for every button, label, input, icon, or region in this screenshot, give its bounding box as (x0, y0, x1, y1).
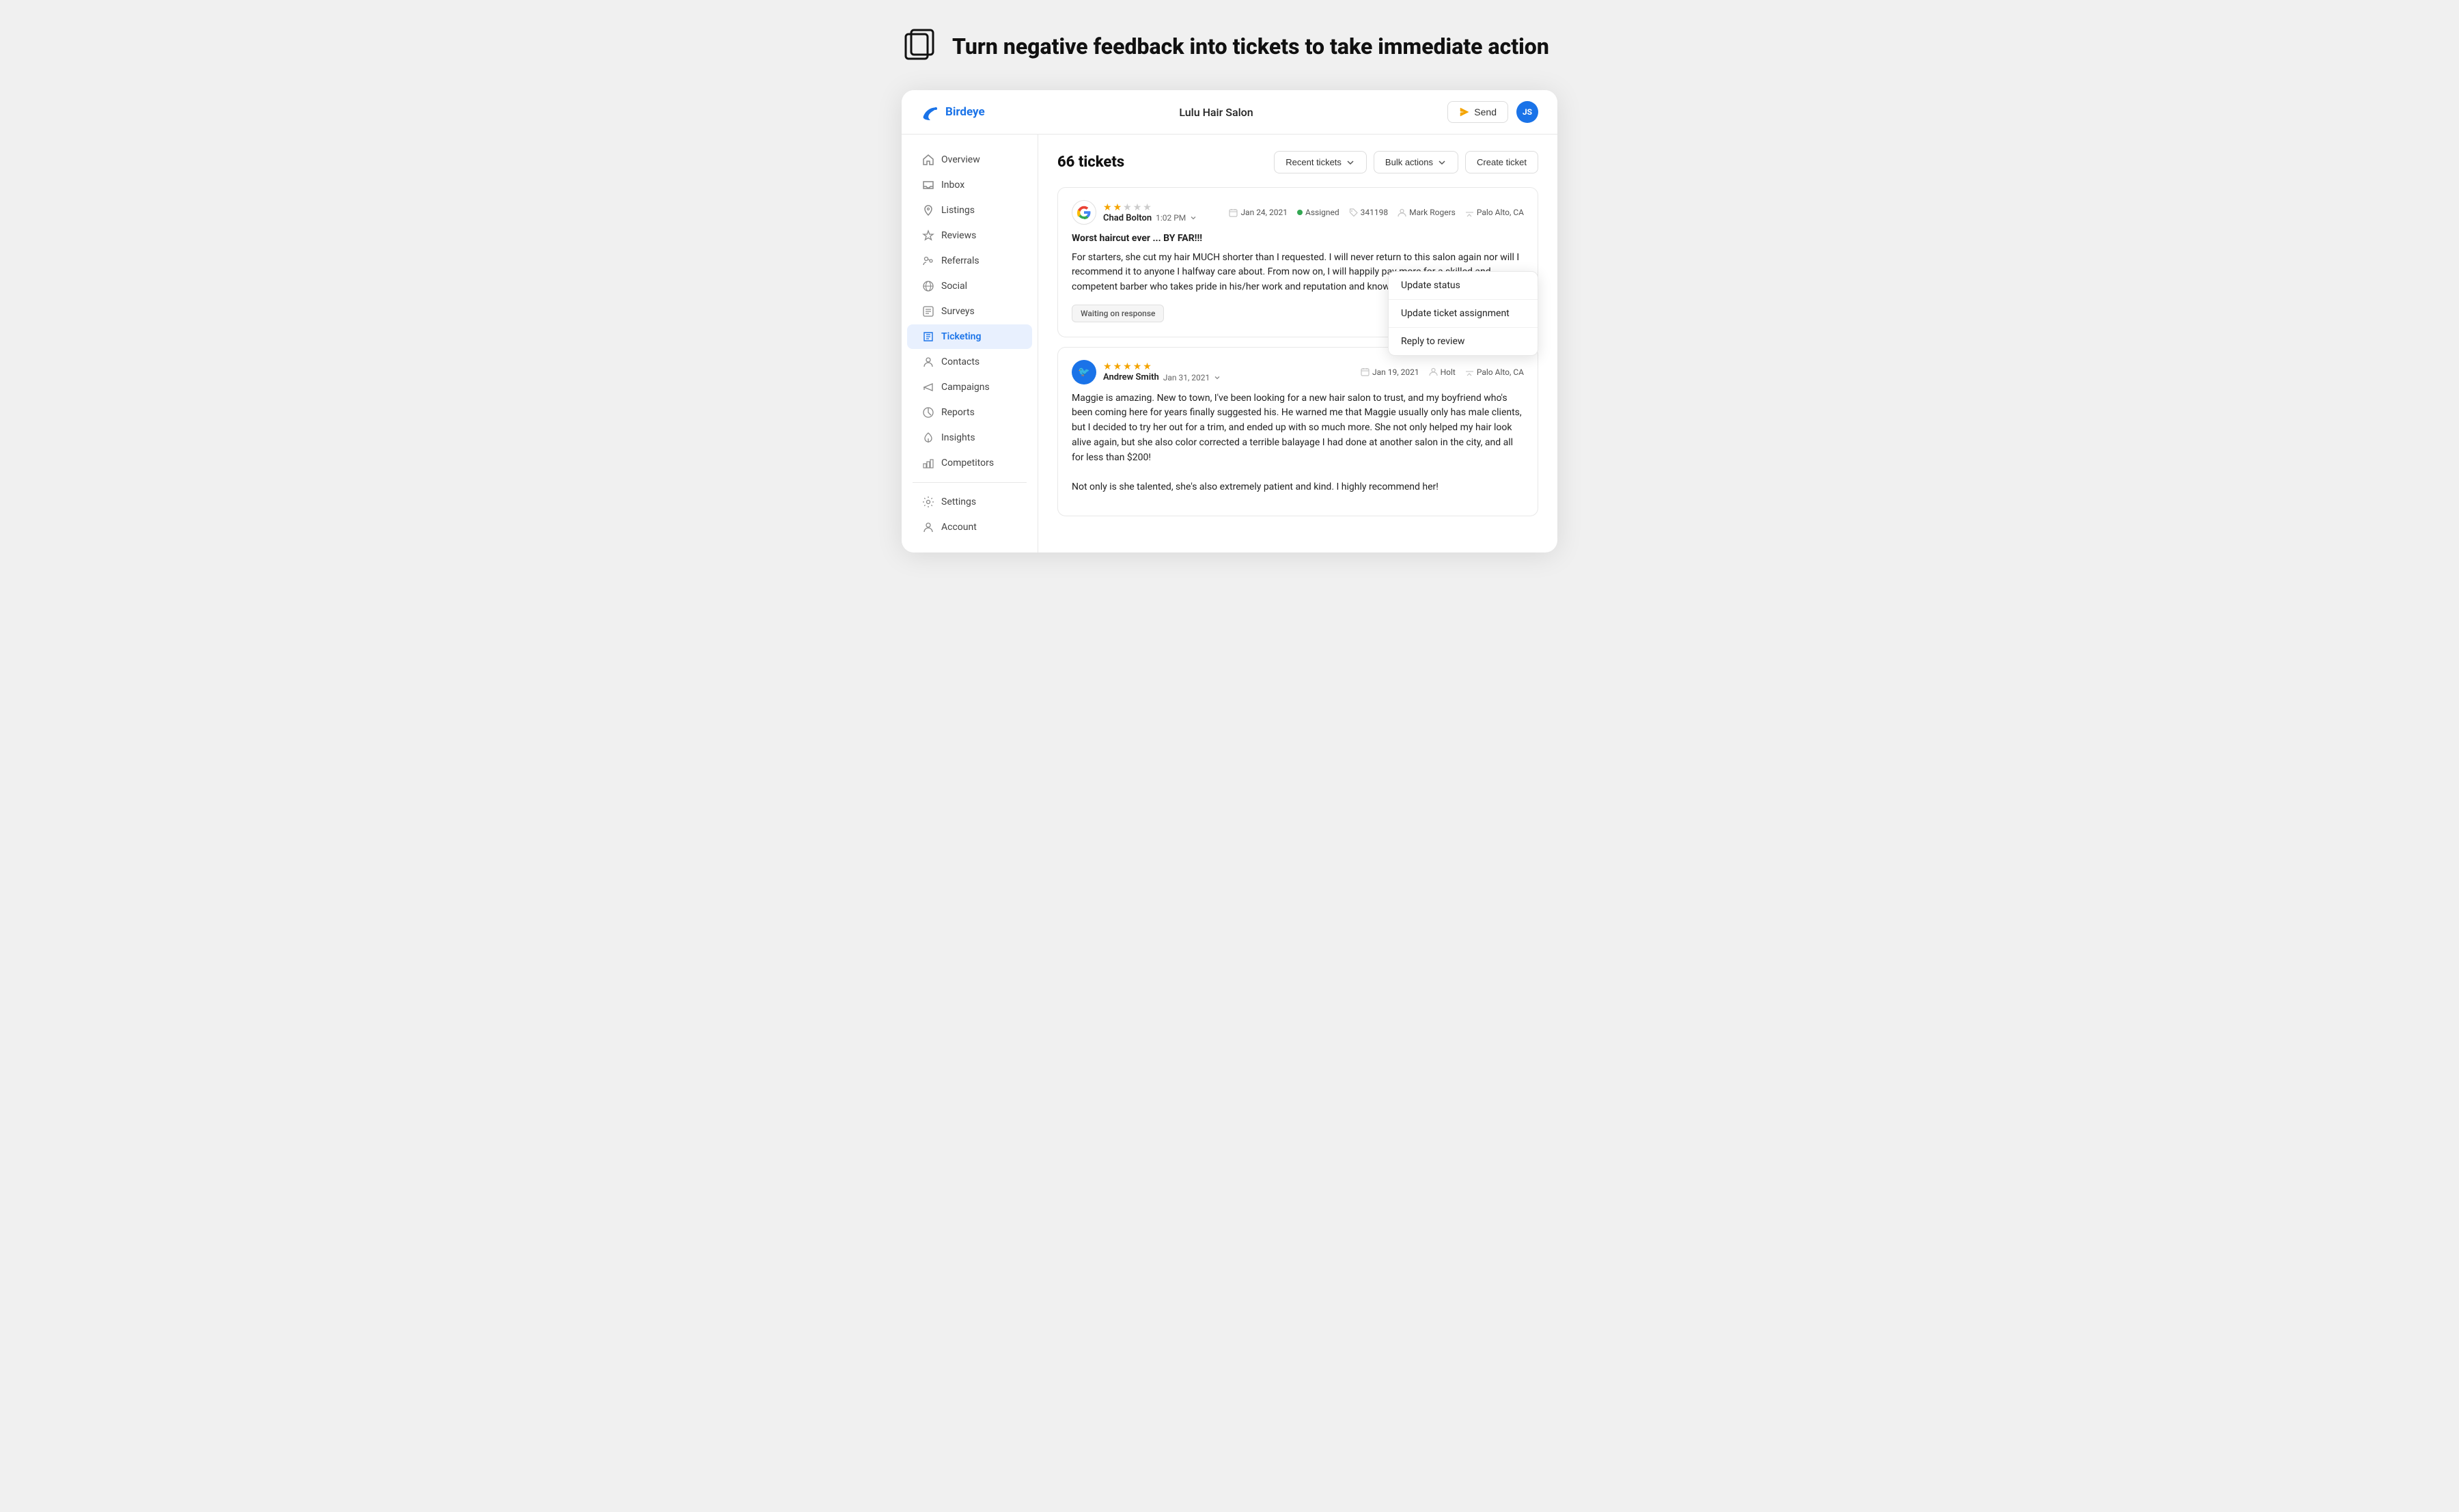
recent-tickets-button[interactable]: Recent tickets (1274, 151, 1367, 173)
tickets-icon (902, 27, 940, 66)
tickets-title: 66 tickets (1057, 154, 1124, 171)
dropdown-reply-review[interactable]: Reply to review (1389, 327, 1538, 355)
location-icon (1465, 208, 1474, 217)
star-icon (922, 229, 934, 242)
competitors-icon (922, 457, 934, 469)
chevron-down-icon-time2 (1214, 374, 1221, 381)
insights-icon (922, 432, 934, 444)
send-icon (1459, 107, 1470, 117)
sidebar-item-competitors[interactable]: Competitors (907, 451, 1032, 475)
ticket2-assignee: Holt (1429, 367, 1456, 377)
main-layout: Overview Inbox Listings R (902, 135, 1557, 552)
surveys-icon (922, 305, 934, 318)
sidebar-item-reviews[interactable]: Reviews (907, 223, 1032, 248)
sidebar-item-settings[interactable]: Settings (907, 490, 1032, 514)
ticket2-author-block: ★ ★ ★ ★ ★ Andrew Smith Jan 31, 2021 (1103, 361, 1221, 382)
contacts-icon (922, 356, 934, 368)
ticket1-status: Assigned (1297, 208, 1339, 217)
sidebar-item-surveys[interactable]: Surveys (907, 299, 1032, 324)
location-name: Lulu Hair Salon (1179, 106, 1253, 119)
sidebar-item-account[interactable]: Account (907, 515, 1032, 540)
header-actions: Recent tickets Bulk actions Create ticke… (1274, 151, 1538, 173)
inbox-icon (922, 179, 934, 191)
sidebar-item-insights[interactable]: Insights (907, 425, 1032, 450)
tag-icon (1349, 208, 1358, 217)
account-icon (922, 521, 934, 533)
sidebar-item-inbox[interactable]: Inbox (907, 173, 1032, 197)
location-icon-2 (1465, 367, 1474, 376)
campaigns-icon (922, 381, 934, 393)
ticket1-tag: 341198 (1349, 208, 1388, 217)
dropdown-update-status[interactable]: Update status (1389, 272, 1538, 299)
calendar-icon-2 (1361, 367, 1370, 376)
chevron-down-icon-time (1190, 214, 1197, 221)
chevron-down-icon-bulk (1437, 158, 1447, 167)
home-icon (922, 154, 934, 166)
create-ticket-button[interactable]: Create ticket (1465, 151, 1538, 173)
chevron-down-icon (1346, 158, 1355, 167)
bulk-actions-button[interactable]: Bulk actions (1374, 151, 1458, 173)
ticket1-right-meta: Jan 24, 2021 Assigned 341198 (1229, 208, 1524, 217)
settings-icon (922, 496, 934, 508)
ticket-card-2: 🐦 ★ ★ ★ ★ ★ Andrew Smith Jan 31, 2021 (1057, 347, 1538, 516)
ticket1-stars: ★ ★ ★ ★ ★ (1103, 202, 1197, 213)
referrals-icon (922, 255, 934, 267)
sidebar-item-ticketing[interactable]: Ticketing (907, 324, 1032, 349)
ticket1-author-block: ★ ★ ★ ★ ★ Chad Bolton 1:02 PM (1103, 202, 1197, 223)
person-icon-2 (1429, 367, 1438, 376)
ticketing-icon (922, 331, 934, 343)
content-area: 66 tickets Recent tickets Bulk actions (1038, 135, 1557, 552)
ticket2-location: Palo Alto, CA (1465, 367, 1524, 377)
sidebar-item-campaigns[interactable]: Campaigns (907, 375, 1032, 400)
ticket1-source-avatar (1072, 200, 1096, 225)
ticket2-body: Maggie is amazing. New to town, I've bee… (1072, 391, 1524, 495)
dropdown-update-assignment[interactable]: Update ticket assignment (1389, 299, 1538, 327)
person-icon (1398, 208, 1406, 217)
ticket2-source-avatar: 🐦 (1072, 360, 1096, 384)
ticket2-right-meta: Jan 19, 2021 Holt (1361, 367, 1524, 377)
listings-icon (922, 204, 934, 216)
reports-icon (922, 406, 934, 419)
brand-icon (921, 102, 940, 122)
brand-name: Birdeye (945, 105, 985, 119)
send-button[interactable]: Send (1447, 101, 1508, 123)
ticket1-status-badge: Waiting on response (1072, 305, 1164, 322)
ticket2-date: Jan 19, 2021 (1361, 367, 1419, 377)
sidebar-item-referrals[interactable]: Referrals (907, 249, 1032, 273)
ticket1-meta-row: ★ ★ ★ ★ ★ Chad Bolton 1:02 PM (1072, 200, 1524, 225)
social-icon (922, 280, 934, 292)
ticket2-body-text: Maggie is amazing. New to town, I've bee… (1072, 391, 1524, 495)
content-header: 66 tickets Recent tickets Bulk actions (1057, 151, 1538, 173)
sidebar-item-reports[interactable]: Reports (907, 400, 1032, 425)
ticket2-stars: ★ ★ ★ ★ ★ (1103, 361, 1221, 372)
ticket1-author: Chad Bolton (1103, 213, 1152, 223)
ticket1-location: Palo Alto, CA (1465, 208, 1524, 217)
assigned-dot (1297, 210, 1303, 215)
sidebar-item-overview[interactable]: Overview (907, 148, 1032, 172)
ticket1-date: Jan 24, 2021 (1229, 208, 1288, 217)
nav-divider (913, 482, 1027, 483)
ticket2-meta-row: 🐦 ★ ★ ★ ★ ★ Andrew Smith Jan 31, 2021 (1072, 360, 1524, 384)
app-window: Birdeye Lulu Hair Salon Send JS Overview (902, 90, 1557, 552)
ticket2-author: Andrew Smith (1103, 372, 1159, 382)
sidebar: Overview Inbox Listings R (902, 135, 1038, 552)
page-title: Turn negative feedback into tickets to t… (952, 33, 1549, 59)
topbar: Birdeye Lulu Hair Salon Send JS (902, 90, 1557, 135)
brand-logo: Birdeye (921, 102, 985, 122)
page-header: Turn negative feedback into tickets to t… (902, 27, 1557, 66)
dropdown-menu: Update status Update ticket assignment R… (1388, 271, 1538, 356)
ticket1-time: 1:02 PM (1156, 213, 1186, 223)
ticket2-time: Jan 31, 2021 (1163, 373, 1210, 382)
sidebar-item-listings[interactable]: Listings (907, 198, 1032, 223)
sidebar-item-contacts[interactable]: Contacts (907, 350, 1032, 374)
user-avatar: JS (1516, 101, 1538, 123)
calendar-icon (1229, 208, 1238, 217)
google-icon (1076, 205, 1092, 220)
topbar-actions: Send JS (1447, 101, 1538, 123)
sidebar-item-social[interactable]: Social (907, 274, 1032, 298)
ticket1-subject: Worst haircut ever ... BY FAR!!! (1072, 232, 1524, 247)
ticket1-assignee: Mark Rogers (1398, 208, 1456, 217)
